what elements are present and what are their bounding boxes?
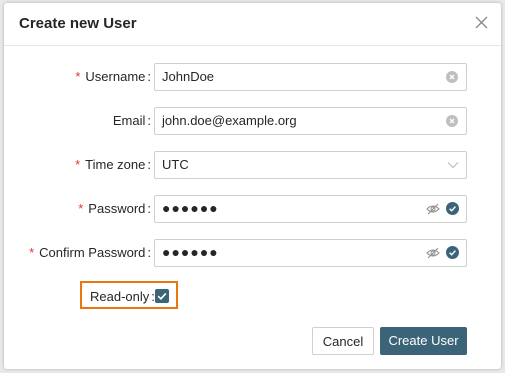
required-marker: * <box>75 157 81 172</box>
readonly-checkbox[interactable] <box>155 289 169 303</box>
confirm-password-label: * Confirm Password: <box>29 245 151 260</box>
timezone-select[interactable]: UTC <box>154 151 467 179</box>
timezone-label: * Time zone: <box>75 157 151 172</box>
confirm-password-value: ●●●●●● <box>162 244 219 260</box>
confirm-password-row: * Confirm Password: ●●●●●● <box>4 239 501 267</box>
email-label: Email: <box>112 113 151 128</box>
required-marker: * <box>78 201 84 216</box>
create-user-button[interactable]: Create User <box>380 327 467 355</box>
checkmark-icon <box>157 292 167 301</box>
username-value: JohnDoe <box>162 69 215 84</box>
eye-off-icon[interactable] <box>426 203 440 215</box>
email-input[interactable]: john.doe@example.org <box>154 107 467 135</box>
cancel-button[interactable]: Cancel <box>312 327 374 355</box>
password-value: ●●●●●● <box>162 200 219 216</box>
confirm-password-input[interactable]: ●●●●●● <box>154 239 467 267</box>
password-label: * Password: <box>78 201 151 216</box>
create-user-dialog: Create new User * Username: JohnDoe Email… <box>4 3 501 369</box>
chevron-down-icon <box>447 162 459 169</box>
clear-icon[interactable] <box>446 71 458 83</box>
email-value: john.doe@example.org <box>162 113 297 128</box>
close-button[interactable] <box>472 13 492 33</box>
dialog-title: Create new User <box>19 15 137 32</box>
timezone-row: * Time zone: UTC <box>4 151 501 179</box>
required-marker: * <box>75 69 81 84</box>
required-marker: * <box>29 245 35 260</box>
readonly-label: Read-only: <box>90 289 155 304</box>
check-circle-icon <box>446 246 459 259</box>
email-row: Email: john.doe@example.org <box>4 107 501 135</box>
check-circle-icon <box>446 202 459 215</box>
username-input[interactable]: JohnDoe <box>154 63 467 91</box>
password-input[interactable]: ●●●●●● <box>154 195 467 223</box>
timezone-value: UTC <box>162 157 189 172</box>
password-row: * Password: ●●●●●● <box>4 195 501 223</box>
eye-off-icon[interactable] <box>426 247 440 259</box>
username-label: * Username: <box>75 69 151 84</box>
dialog-header: Create new User <box>4 3 501 46</box>
clear-icon[interactable] <box>446 115 458 127</box>
close-icon <box>475 16 488 29</box>
username-row: * Username: JohnDoe <box>4 63 501 91</box>
